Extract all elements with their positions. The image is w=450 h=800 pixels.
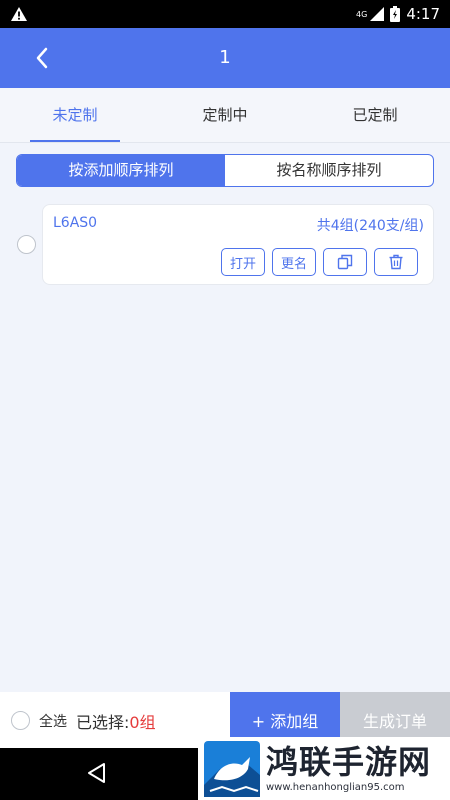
- delete-button[interactable]: [374, 248, 418, 276]
- chevron-left-icon: [36, 47, 48, 69]
- tab-not-customized[interactable]: 未定制: [30, 88, 120, 143]
- selected-summary: 已选择: 0组: [76, 709, 156, 733]
- group-count: 共4组(240支/组): [316, 218, 424, 234]
- group-select-radio[interactable]: [17, 235, 36, 254]
- trash-icon: [389, 254, 403, 270]
- network-type: 4G: [356, 9, 368, 19]
- app-bar: 1: [0, 28, 450, 88]
- copy-button[interactable]: [323, 248, 367, 276]
- sort-toggle: 按添加顺序排列 按名称顺序排列: [16, 154, 434, 187]
- clock: 4:17: [406, 5, 440, 23]
- sort-by-name-button[interactable]: 按名称顺序排列: [225, 155, 433, 186]
- sort-by-add-order-button[interactable]: 按添加顺序排列: [17, 155, 225, 186]
- watermark-url: www.henanhonglian95.com: [266, 781, 405, 793]
- triangle-back-icon: [88, 763, 105, 783]
- rename-button[interactable]: 更名: [272, 248, 316, 276]
- copy-icon: [337, 254, 353, 270]
- battery-icon: [390, 6, 401, 22]
- signal-icon: [370, 7, 385, 21]
- back-button[interactable]: [26, 42, 58, 74]
- selected-label: 已选择:: [76, 713, 130, 732]
- tab-bar: 未定制 定制中 已定制: [0, 88, 450, 143]
- watermark: 鸿联手游网 www.henanhonglian95.com: [198, 737, 450, 800]
- status-bar: 4G 4:17: [0, 0, 450, 28]
- watermark-title: 鸿联手游网: [266, 742, 432, 781]
- tab-customized[interactable]: 已定制: [330, 88, 420, 143]
- group-actions: 打开 更名: [221, 248, 418, 276]
- select-all-radio[interactable]: [11, 711, 30, 730]
- select-all-label[interactable]: 全选: [39, 711, 67, 731]
- tab-customizing[interactable]: 定制中: [180, 88, 270, 143]
- open-button[interactable]: 打开: [221, 248, 265, 276]
- nav-back-button[interactable]: [86, 762, 108, 788]
- page-title: 1: [219, 47, 231, 68]
- warning-icon: [11, 7, 27, 21]
- watermark-logo-icon: [204, 740, 260, 797]
- tab-indicator: [30, 140, 120, 142]
- selected-count: 0组: [129, 713, 156, 732]
- group-name: L6AS0: [53, 215, 98, 231]
- group-card[interactable]: L6AS0 共4组(240支/组) 打开 更名: [42, 204, 434, 285]
